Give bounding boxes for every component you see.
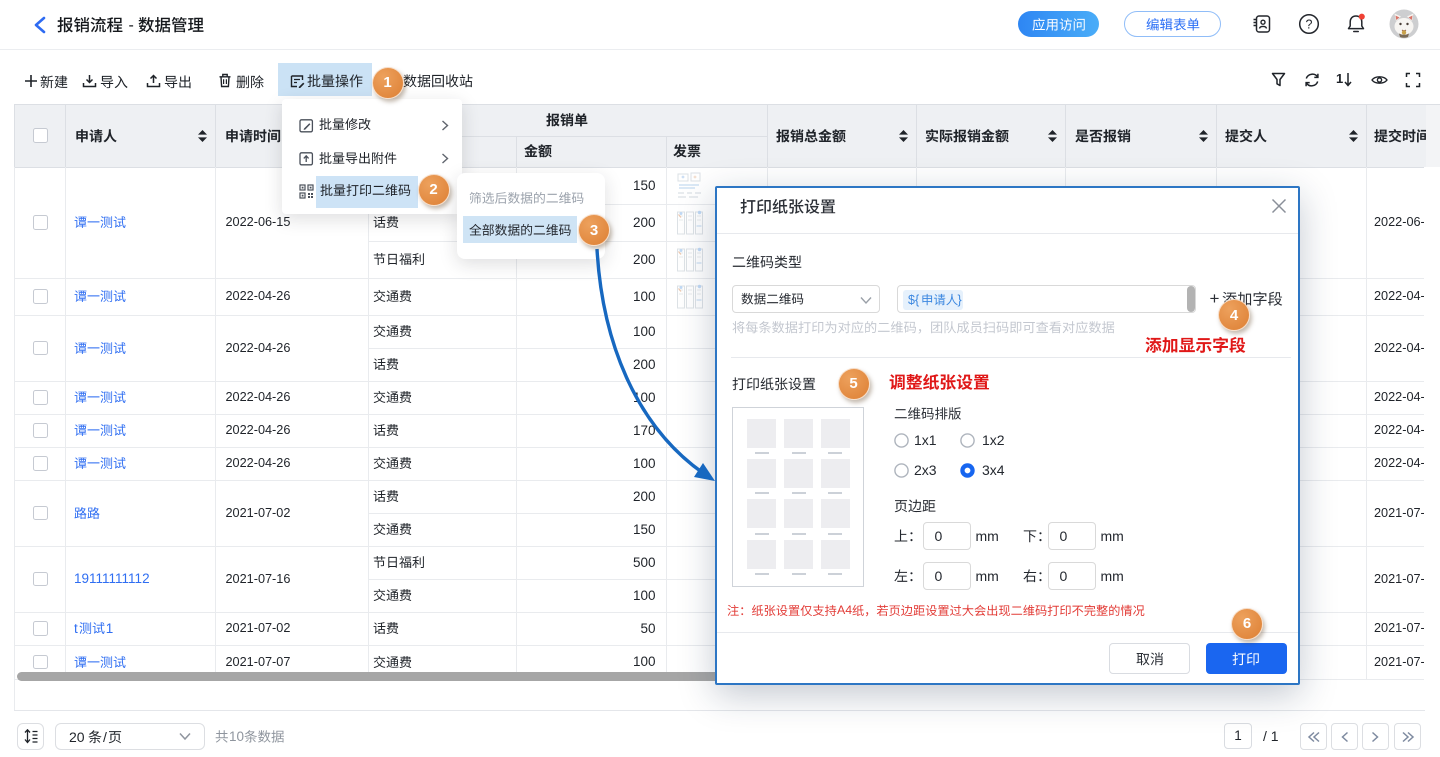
svg-text:?: ?: [1306, 17, 1313, 31]
